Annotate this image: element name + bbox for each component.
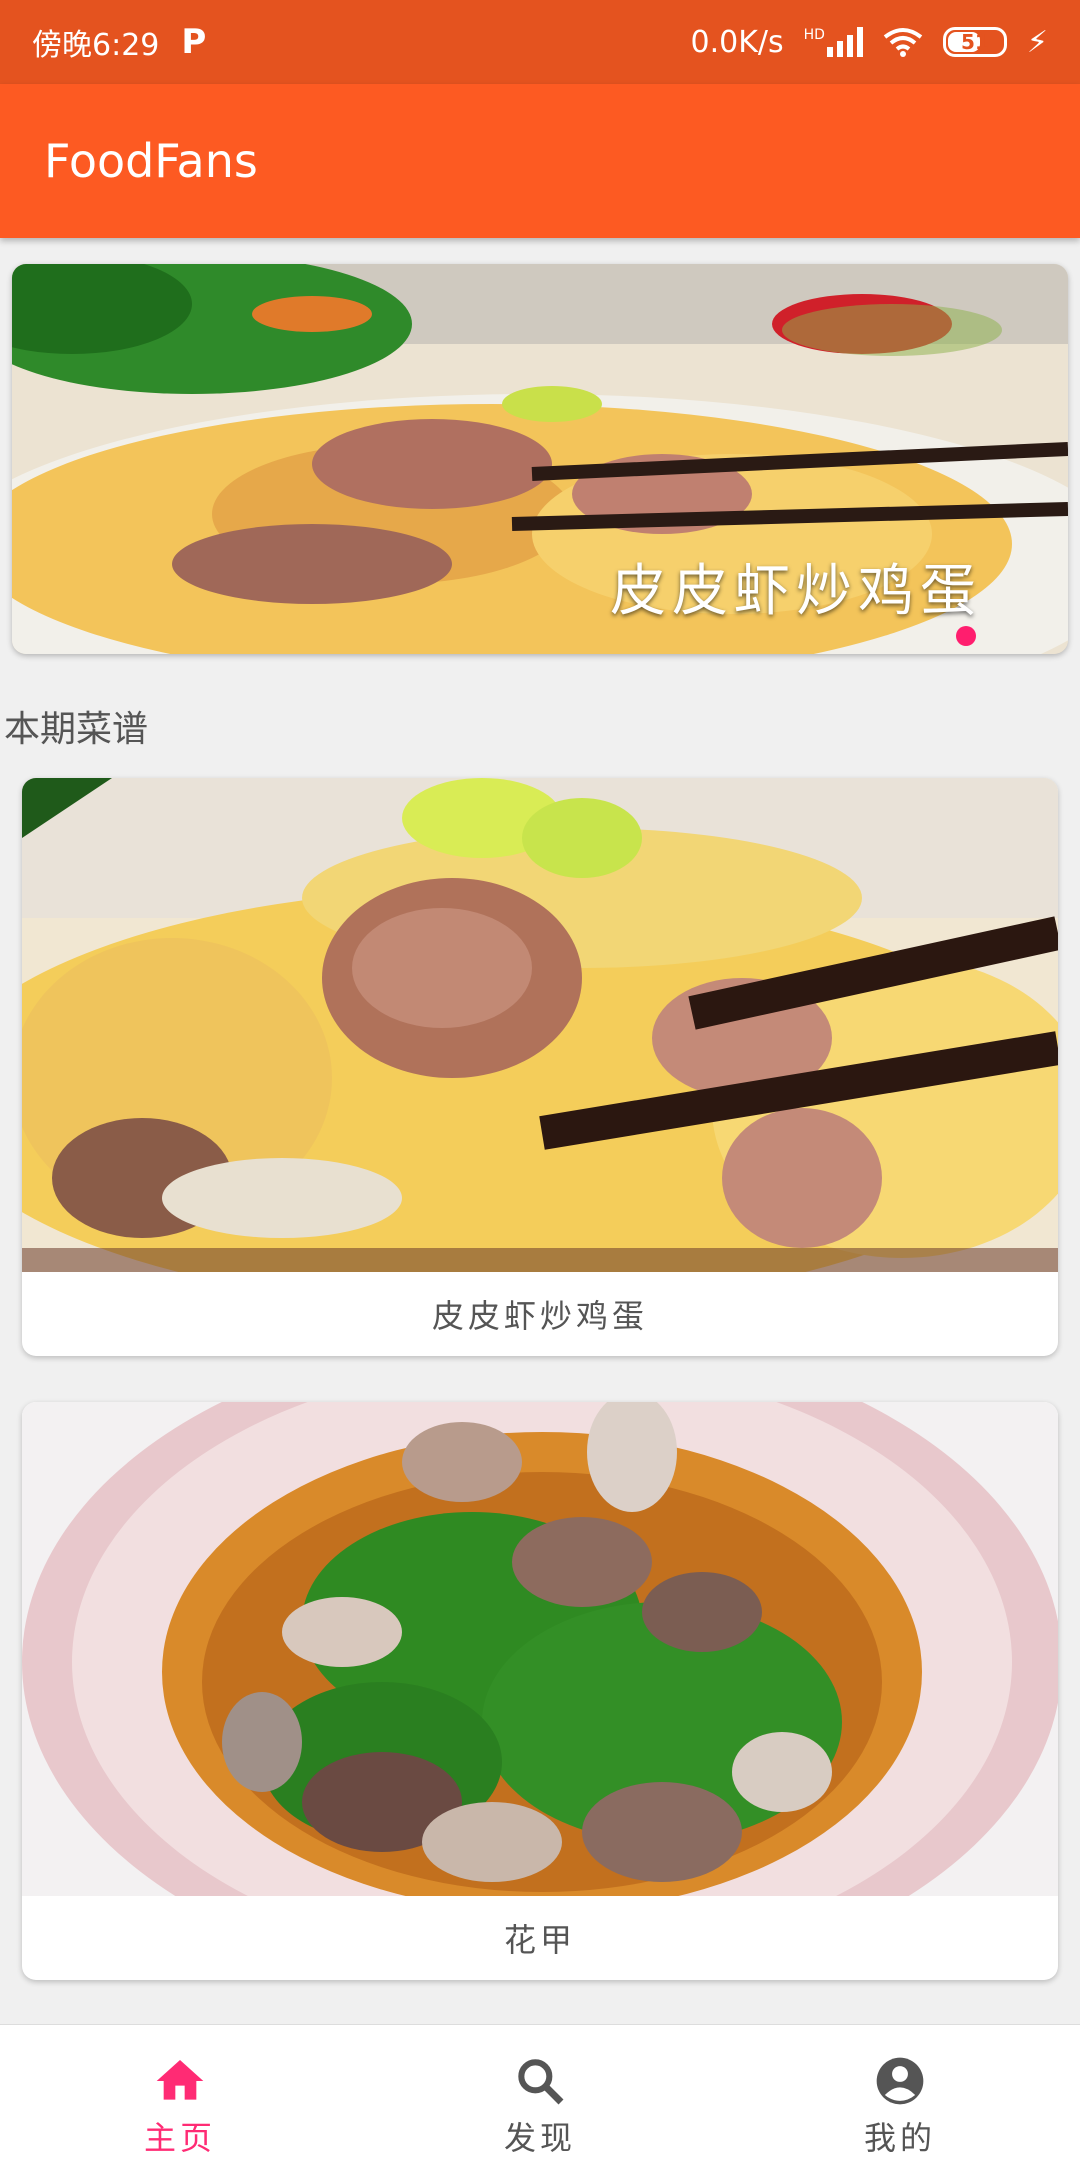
recipe-image (22, 778, 1058, 1308)
search-icon (518, 2059, 564, 2105)
carousel-indicator-dot[interactable] (956, 626, 976, 646)
signal-icon: HD (804, 27, 863, 57)
account-icon (876, 2057, 924, 2105)
wifi-icon (883, 28, 923, 57)
recipe-card[interactable]: 皮皮虾炒鸡蛋 (22, 778, 1058, 1356)
recipe-name: 皮皮虾炒鸡蛋 (431, 1297, 648, 1335)
banner-carousel[interactable]: 皮皮虾炒鸡蛋 (12, 264, 1068, 654)
nav-item-home[interactable]: 主页 (0, 2025, 360, 2159)
app-title: FoodFans (44, 134, 258, 188)
banner-caption: 皮皮虾炒鸡蛋 (610, 559, 982, 624)
nav-item-profile[interactable]: 我的 (720, 2025, 1080, 2159)
network-speed: 0.0K/s (690, 24, 784, 60)
bottom-navigation: 主页 发现 我的 (0, 2024, 1080, 2159)
battery-icon: 51 (942, 27, 1007, 57)
nav-item-discover[interactable]: 发现 (360, 2025, 720, 2159)
app-bar: FoodFans (0, 84, 1080, 238)
charging-icon: ⚡ (1026, 24, 1048, 60)
nav-label-home: 主页 (143, 2119, 216, 2157)
status-time: 傍晚6:29 (32, 28, 160, 63)
status-bar: 傍晚6:29 P 0.0K/s HD 51 ⚡ (0, 0, 1080, 84)
recipe-name: 花甲 (503, 1921, 576, 1959)
battery-level: 51 (961, 30, 989, 54)
recipe-image (22, 1402, 1058, 1980)
home-icon (156, 2060, 204, 2100)
hd-label: HD (803, 27, 825, 43)
parking-notification-icon: P (181, 22, 207, 62)
nav-label-discover: 发现 (503, 2119, 576, 2157)
section-title: 本期菜谱 (4, 709, 149, 750)
recipe-card[interactable]: 花甲 (22, 1402, 1058, 1980)
nav-label-profile: 我的 (863, 2119, 936, 2157)
